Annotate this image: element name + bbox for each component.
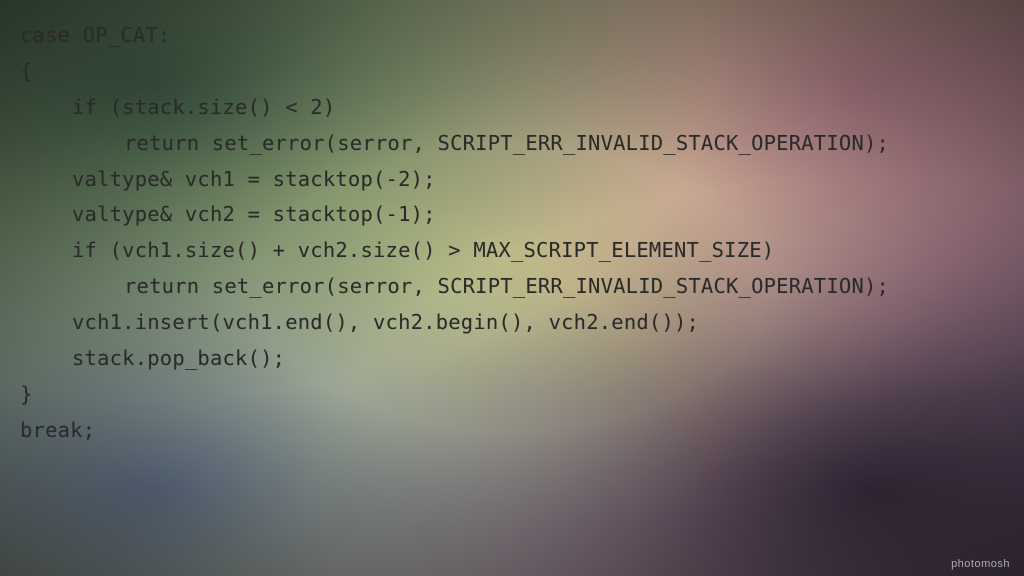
watermark-text: photomosh [951, 558, 1010, 570]
code-line: valtype& vch2 = stacktop(-1); [20, 197, 1004, 233]
code-line: vch1.insert(vch1.end(), vch2.begin(), vc… [20, 305, 1004, 341]
code-line: if (vch1.size() + vch2.size() > MAX_SCRI… [20, 233, 1004, 269]
code-line: return set_error(serror, SCRIPT_ERR_INVA… [20, 269, 1004, 305]
code-block: case OP_CAT: { if (stack.size() < 2) ret… [0, 0, 1024, 467]
code-line: return set_error(serror, SCRIPT_ERR_INVA… [20, 126, 1004, 162]
code-line: break; [20, 413, 1004, 449]
code-line: { [20, 54, 1004, 90]
code-line: case OP_CAT: [20, 18, 1004, 54]
code-line: } [20, 377, 1004, 413]
code-line: valtype& vch1 = stacktop(-2); [20, 162, 1004, 198]
code-line: stack.pop_back(); [20, 341, 1004, 377]
code-line: if (stack.size() < 2) [20, 90, 1004, 126]
